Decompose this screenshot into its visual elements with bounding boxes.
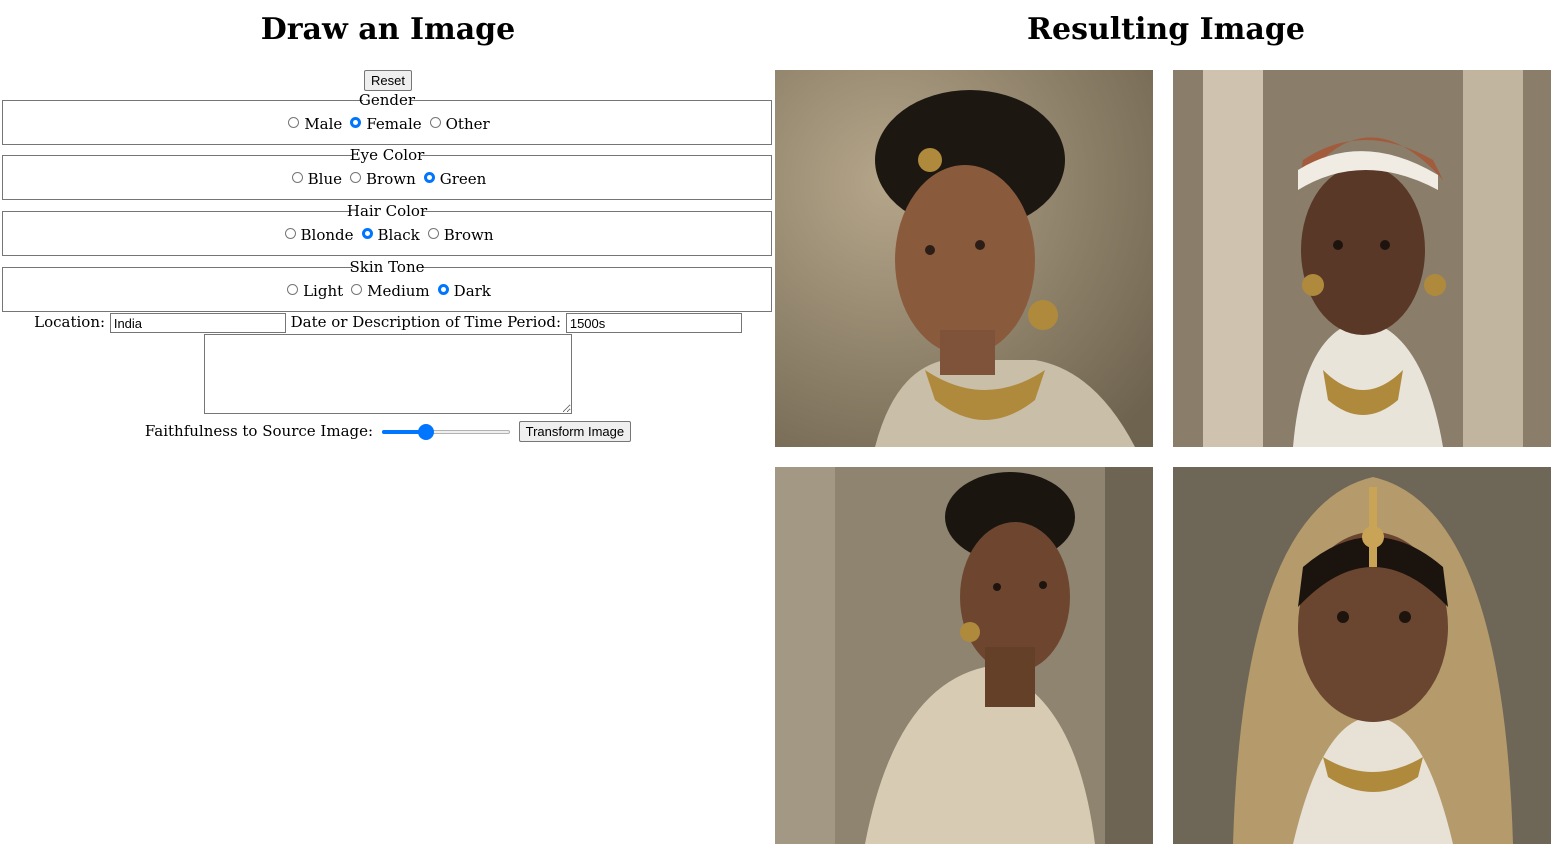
radio-label-brown[interactable]: Brown [366,170,416,188]
reset-row: Reset [0,70,776,91]
fieldset-legend: Gender [358,91,416,109]
radio-blue[interactable] [291,172,303,183]
faithfulness-slider[interactable] [381,424,510,440]
radio-label-dark[interactable]: Dark [454,282,491,300]
faithfulness-label: Faithfulness to Source Image: [144,422,374,440]
result-title: Resulting Image [1027,12,1305,47]
transform-image-button[interactable]: Transform Image [518,421,632,442]
location-row: Location: Date or Description of Time Pe… [0,313,776,333]
fieldset-hair-color: Hair Color Blonde Black Brown [2,203,772,256]
radio-label-male[interactable]: Male [304,115,342,133]
result-image-4[interactable] [1173,467,1551,844]
radio-group: Blue Brown Green [3,169,771,188]
radio-group: Blonde Black Brown [3,225,771,244]
radio-label-female[interactable]: Female [366,115,421,133]
location-input[interactable] [109,313,286,333]
radio-brown[interactable] [350,172,362,183]
fieldset-legend: Eye Color [349,146,425,164]
description-textarea[interactable] [204,334,572,414]
result-image-1[interactable] [775,70,1153,447]
draw-panel: Draw an Image Reset Gender Male Female Othe… [0,0,776,849]
radio-group: Light Medium Dark [3,281,771,300]
result-image-3[interactable] [775,467,1153,844]
slider-thumb[interactable] [417,424,434,440]
period-input[interactable] [565,313,742,333]
radio-label-light[interactable]: Light [303,282,343,300]
fieldset-eye-color: Eye Color Blue Brown Green [2,147,772,200]
draw-title: Draw an Image [260,12,516,47]
fieldset-legend: Skin Tone [349,258,425,276]
radio-label-brown[interactable]: Brown [444,226,494,244]
radio-label-black[interactable]: Black [378,226,420,244]
radio-male[interactable] [288,117,300,128]
radio-label-other[interactable]: Other [446,115,490,133]
radio-label-blue[interactable]: Blue [308,170,342,188]
radio-light[interactable] [287,284,299,295]
radio-green[interactable] [423,172,435,183]
result-panel: Resulting Image [775,0,1556,849]
radio-dark[interactable] [437,284,449,295]
radio-black[interactable] [361,228,373,239]
radio-label-green[interactable]: Green [440,170,487,188]
fieldset-gender: Gender Male Female Other [2,92,772,145]
radio-brown[interactable] [427,228,439,239]
location-label: Location: [34,313,106,331]
radio-blonde[interactable] [284,228,296,239]
fieldset-legend: Hair Color [346,202,428,220]
radio-label-blonde[interactable]: Blonde [301,226,354,244]
result-image-2[interactable] [1173,70,1551,447]
radio-label-medium[interactable]: Medium [367,282,430,300]
faithfulness-row: Faithfulness to Source Image: Transform … [0,421,776,442]
radio-female[interactable] [350,117,362,128]
radio-medium[interactable] [351,284,363,295]
reset-button[interactable]: Reset [364,70,412,91]
radio-other[interactable] [429,117,441,128]
fieldset-skin-tone: Skin Tone Light Medium Dark [2,259,772,312]
period-label: Date or Description of Time Period: [290,313,562,331]
radio-group: Male Female Other [3,114,771,133]
